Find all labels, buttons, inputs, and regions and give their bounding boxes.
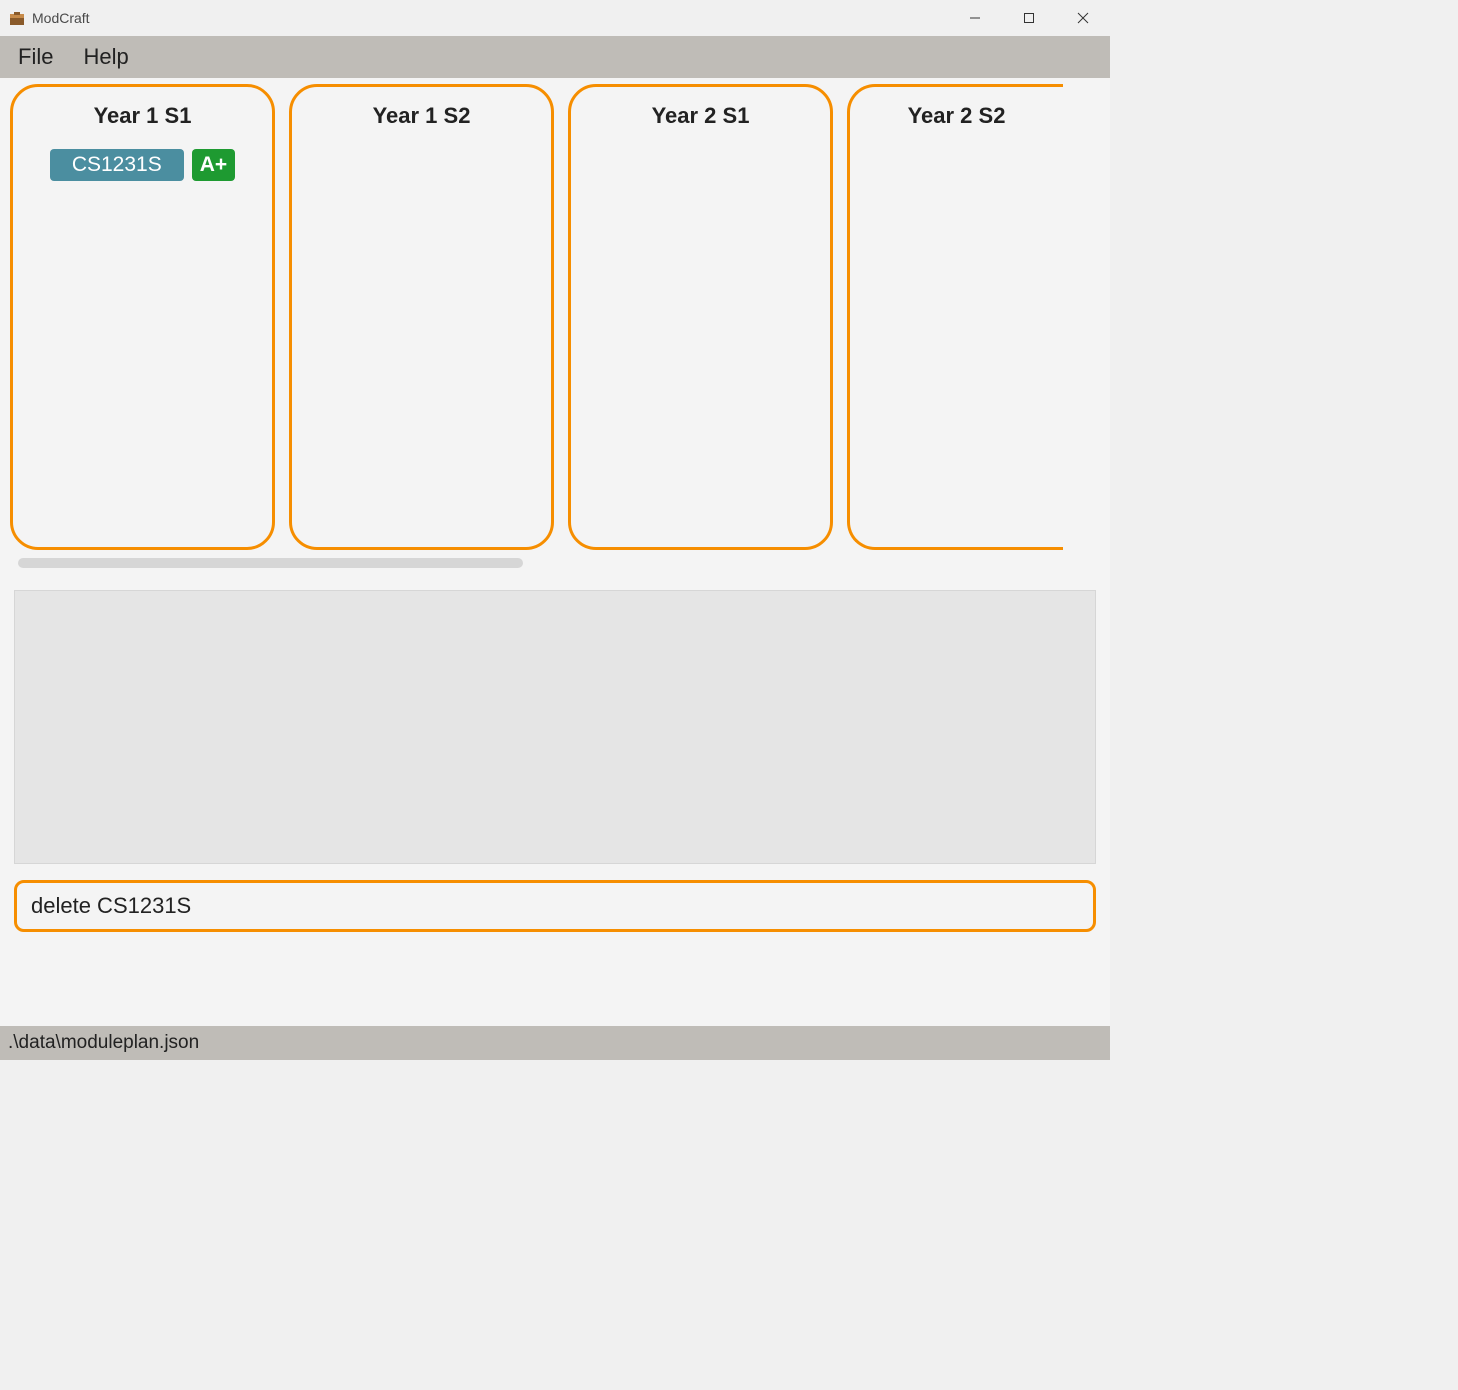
- command-input[interactable]: [14, 880, 1096, 932]
- window-controls: [948, 0, 1110, 36]
- app-icon: [8, 9, 26, 27]
- maximize-button[interactable]: [1002, 0, 1056, 36]
- grade-chip: A+: [192, 149, 235, 181]
- module-chip[interactable]: CS1231S: [50, 149, 184, 181]
- scrollbar-thumb[interactable]: [18, 558, 523, 568]
- semester-title: Year 2 S2: [908, 103, 1006, 129]
- minimize-button[interactable]: [948, 0, 1002, 36]
- semester-title: Year 1 S1: [94, 103, 192, 129]
- semester-card-y2s1: Year 2 S1: [568, 84, 833, 550]
- menu-file[interactable]: File: [12, 40, 59, 74]
- module-row: CS1231S A+: [50, 149, 235, 181]
- statusbar: .\data\moduleplan.json: [0, 1026, 1110, 1060]
- menubar: File Help: [0, 36, 1110, 78]
- titlebar-left: ModCraft: [8, 9, 90, 27]
- semester-card-y2s2: Year 2 S2: [847, 84, 1063, 550]
- titlebar: ModCraft: [0, 0, 1110, 36]
- semester-title: Year 1 S2: [373, 103, 471, 129]
- statusbar-path: .\data\moduleplan.json: [8, 1032, 199, 1054]
- main-area: Year 1 S1 CS1231S A+ Year 1 S2 Year 2 S1…: [0, 78, 1110, 1026]
- semester-card-y1s1: Year 1 S1 CS1231S A+: [10, 84, 275, 550]
- semesters-row: Year 1 S1 CS1231S A+ Year 1 S2 Year 2 S1…: [0, 84, 1110, 550]
- output-panel: [14, 590, 1096, 864]
- semester-card-y1s2: Year 1 S2: [289, 84, 554, 550]
- horizontal-scrollbar[interactable]: [18, 558, 1092, 570]
- app-title: ModCraft: [32, 10, 90, 26]
- menu-help[interactable]: Help: [77, 40, 134, 74]
- semester-title: Year 2 S1: [652, 103, 750, 129]
- close-button[interactable]: [1056, 0, 1110, 36]
- command-input-wrap: [14, 880, 1096, 932]
